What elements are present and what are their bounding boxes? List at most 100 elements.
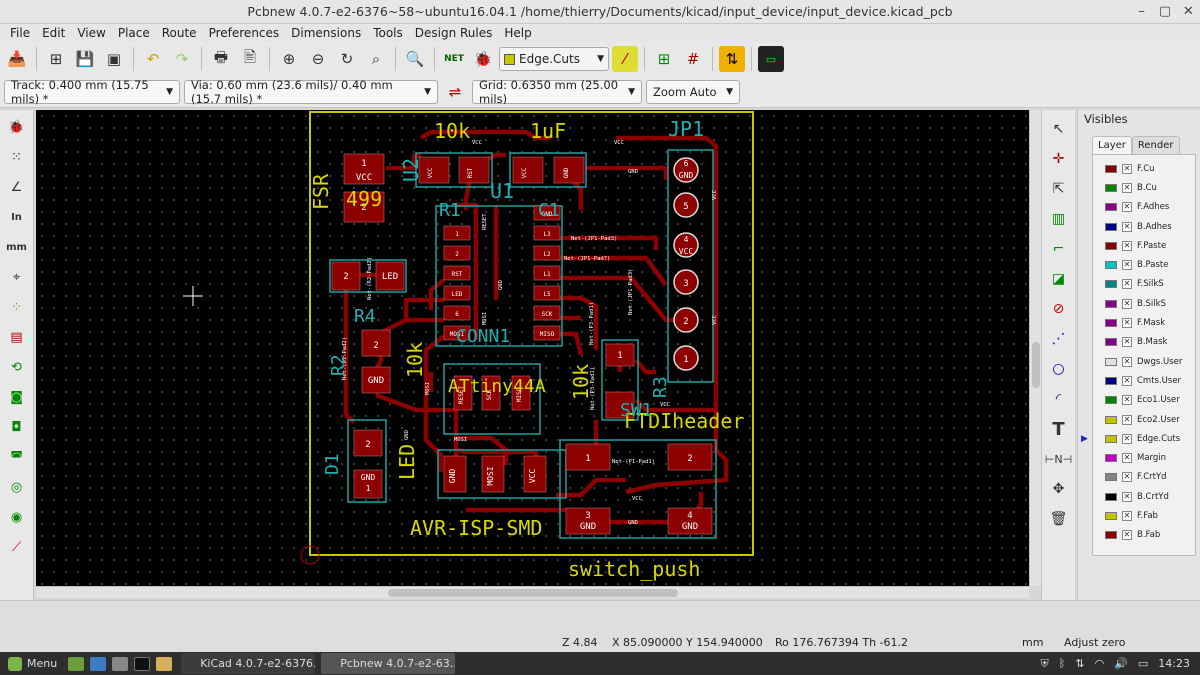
page-settings-icon[interactable]: ⊞ [43, 46, 69, 72]
highlight-net-icon[interactable]: ✛ [1046, 146, 1072, 172]
scripting-console-icon[interactable]: ▭ [758, 46, 784, 72]
show-zones-icon[interactable]: ◙ [4, 384, 30, 410]
menu-view[interactable]: View [71, 26, 111, 40]
layer-visibility-checkbox[interactable]: ✕ [1122, 491, 1132, 502]
layer-visibility-checkbox[interactable]: ✕ [1122, 414, 1132, 425]
menu-preferences[interactable]: Preferences [203, 26, 286, 40]
add-dimension-icon[interactable]: ⊢N⊣ [1045, 446, 1072, 472]
bluetooth-icon[interactable]: ᛒ [1059, 657, 1066, 670]
layer-row[interactable]: ▶✕B.Fab [1093, 526, 1195, 545]
layer-row[interactable]: ▶✕Eco1.User [1093, 391, 1195, 410]
vertical-scrollbar[interactable] [1029, 110, 1041, 586]
units-mm-icon[interactable]: mm [4, 234, 30, 260]
clock[interactable]: 14:23 [1158, 657, 1190, 670]
layer-color-swatch[interactable] [1105, 183, 1117, 192]
via-sketch-icon[interactable]: ◉ [4, 504, 30, 530]
add-line-icon[interactable]: ⋰ [1046, 326, 1072, 352]
horizontal-scroll-thumb[interactable] [388, 589, 678, 597]
layer-color-swatch[interactable] [1105, 357, 1117, 366]
autoplace-icon[interactable]: ⇅ [719, 46, 745, 72]
layer-color-swatch[interactable] [1105, 492, 1117, 501]
layer-color-swatch[interactable] [1105, 511, 1117, 520]
wifi-icon[interactable]: ◠ [1095, 657, 1105, 670]
layer-color-swatch[interactable] [1105, 415, 1117, 424]
add-footprint-icon[interactable]: ▥ [1046, 206, 1072, 232]
zoom-fit-icon[interactable]: ⌕ [363, 46, 389, 72]
pcb-canvas[interactable]: 1 VCC 2 6 GND 5 4 VCC 3 2 1 2 LED 2 GND … [36, 110, 1029, 586]
menu-help[interactable]: Help [498, 26, 537, 40]
pad-sketch-icon[interactable]: ◎ [4, 474, 30, 500]
layer-visibility-checkbox[interactable]: ✕ [1122, 375, 1132, 386]
add-arc-icon[interactable]: ◜ [1046, 386, 1072, 412]
layer-row[interactable]: ▶ ✕ Edge.Cuts [1081, 429, 1195, 448]
menu-edit[interactable]: Edit [36, 26, 71, 40]
battery-icon[interactable]: ▭ [1138, 657, 1148, 670]
layer-visibility-checkbox[interactable]: ✕ [1122, 356, 1132, 367]
layer-visibility-checkbox[interactable]: ✕ [1122, 318, 1132, 329]
track-sketch-icon[interactable]: ⟋ [4, 534, 30, 560]
layer-select[interactable]: Edge.Cuts ▼ [499, 47, 609, 71]
auto-track-width-icon[interactable]: ⇌ [442, 79, 468, 105]
layer-visibility-checkbox[interactable]: ✕ [1122, 279, 1132, 290]
layer-row[interactable]: ▶✕F.Mask [1093, 313, 1195, 332]
layer-row[interactable]: ▶✕F.SilkS [1093, 275, 1195, 294]
layer-visibility-checkbox[interactable]: ✕ [1122, 510, 1132, 521]
print-icon[interactable]: 🖶 [208, 46, 234, 72]
minimize-icon[interactable]: – [1132, 0, 1152, 24]
layer-visibility-checkbox[interactable]: ✕ [1122, 298, 1132, 309]
layer-row[interactable]: ▶✕Eco2.User [1093, 410, 1195, 429]
layer-row[interactable]: ▶✕F.Cu [1093, 159, 1195, 178]
layer-color-swatch[interactable] [1105, 454, 1117, 463]
layer-row[interactable]: ▶✕F.Adhes [1093, 198, 1195, 217]
layer-color-swatch[interactable] [1105, 299, 1117, 308]
redo-icon[interactable]: ↷ [169, 46, 195, 72]
save-icon[interactable]: 💾 [72, 46, 98, 72]
find-icon[interactable]: 🔍 [402, 46, 428, 72]
layer-row[interactable]: ▶✕B.Cu [1093, 178, 1195, 197]
layer-visibility-checkbox[interactable]: ✕ [1122, 260, 1132, 271]
layer-color-swatch[interactable] [1105, 203, 1117, 212]
grid-select[interactable]: Grid: 0.6350 mm (25.00 mils) ▼ [472, 78, 642, 106]
volume-icon[interactable]: 🔊 [1114, 657, 1128, 670]
menu-route[interactable]: Route [156, 26, 203, 40]
layer-color-swatch[interactable] [1105, 164, 1117, 173]
zone-outline-icon[interactable]: ◘ [4, 414, 30, 440]
undo-icon[interactable]: ↶ [140, 46, 166, 72]
zone-fill-icon[interactable]: ◚ [4, 444, 30, 470]
layer-color-swatch[interactable] [1105, 222, 1117, 231]
netlist-icon[interactable]: NET [441, 46, 467, 72]
add-circle-icon[interactable]: ○ [1046, 356, 1072, 382]
layer-color-swatch[interactable] [1105, 319, 1117, 328]
keepout-area-icon[interactable]: ⊘ [1046, 296, 1072, 322]
browser-icon[interactable] [90, 656, 107, 671]
add-zone-icon[interactable]: ◪ [1046, 266, 1072, 292]
layer-color-swatch[interactable] [1105, 434, 1117, 443]
layer-row[interactable]: ▶✕Margin [1093, 448, 1195, 467]
layer-row[interactable]: ▶✕Dwgs.User [1093, 352, 1195, 371]
files-icon[interactable] [156, 656, 173, 671]
task-kicad[interactable]: KiCad 4.0.7-e2-6376... [181, 653, 316, 674]
new-board-icon[interactable]: 📥 [4, 46, 30, 72]
redraw-icon[interactable]: ↻ [334, 46, 360, 72]
layer-visibility-checkbox[interactable]: ✕ [1122, 221, 1132, 232]
layer-visibility-checkbox[interactable]: ✕ [1122, 433, 1132, 444]
units-inch-icon[interactable]: In [4, 204, 30, 230]
tab-render[interactable]: Render [1131, 136, 1180, 154]
layer-visibility-checkbox[interactable]: ✕ [1122, 182, 1132, 193]
layer-visibility-checkbox[interactable]: ✕ [1122, 337, 1132, 348]
layer-row[interactable]: ▶✕F.Fab [1093, 506, 1195, 525]
drc-icon[interactable]: 🐞 [470, 46, 496, 72]
layer-color-swatch[interactable] [1105, 280, 1117, 289]
layer-color-swatch[interactable] [1105, 261, 1117, 270]
menu-tools[interactable]: Tools [367, 26, 409, 40]
select-arrow-icon[interactable]: ↖ [1046, 116, 1072, 142]
layer-visibility-checkbox[interactable]: ✕ [1122, 453, 1132, 464]
layer-visibility-checkbox[interactable]: ✕ [1122, 530, 1132, 541]
layer-color-swatch[interactable] [1105, 473, 1117, 482]
show-desktop-icon[interactable] [68, 656, 85, 671]
module-viewer-icon[interactable]: # [680, 46, 706, 72]
auto-delete-track-icon[interactable]: ⟲ [4, 354, 30, 380]
layer-row[interactable]: ▶✕B.Paste [1093, 255, 1195, 274]
layer-row[interactable]: ▶✕F.Paste [1093, 236, 1195, 255]
layer-color-swatch[interactable] [1105, 241, 1117, 250]
